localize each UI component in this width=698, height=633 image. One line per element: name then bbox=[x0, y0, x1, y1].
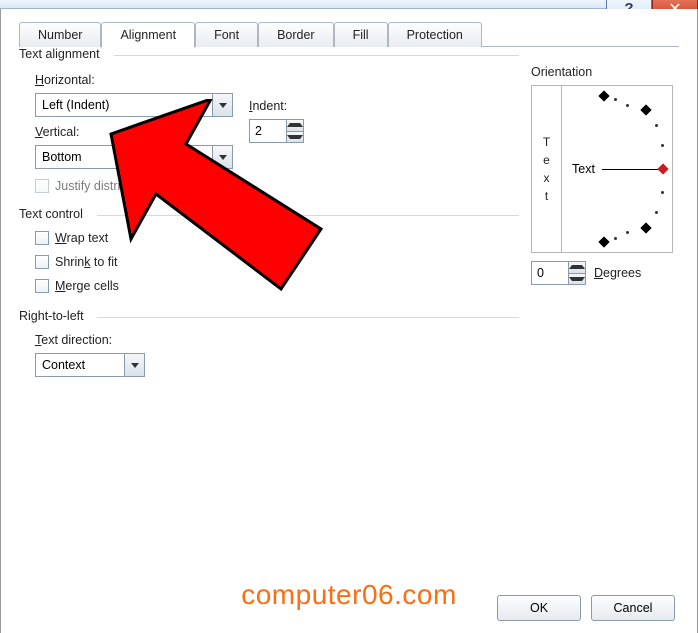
spin-up-icon[interactable] bbox=[287, 120, 303, 131]
orientation-handle-icon[interactable] bbox=[657, 163, 668, 174]
label-degrees: Degrees bbox=[594, 266, 641, 280]
tab-alignment[interactable]: Alignment bbox=[101, 22, 195, 48]
dialog-footer: OK Cancel bbox=[497, 595, 675, 621]
chevron-down-icon[interactable] bbox=[212, 94, 232, 116]
justify-distributed-checkbox: Justify distributed bbox=[35, 179, 152, 193]
dot-icon bbox=[661, 191, 664, 194]
vertical-combo[interactable]: Bottom bbox=[35, 145, 233, 169]
vertical-value: Bottom bbox=[36, 150, 212, 164]
orientation-frame: T e x t Text bbox=[531, 85, 673, 253]
group-text-control: Text control bbox=[19, 207, 87, 221]
dot-icon bbox=[661, 144, 664, 147]
group-line bbox=[97, 215, 519, 216]
horizontal-combo[interactable]: Left (Indent) bbox=[35, 93, 233, 117]
titlebar bbox=[0, 0, 698, 9]
spin-up-icon[interactable] bbox=[569, 262, 585, 273]
orientation-vertical-button[interactable]: T e x t bbox=[532, 86, 562, 252]
watermark-text: computer06.com bbox=[241, 579, 457, 611]
checkbox-icon bbox=[35, 179, 49, 193]
tab-fill[interactable]: Fill bbox=[334, 22, 388, 47]
group-text-alignment: Text alignment bbox=[19, 47, 104, 61]
tab-font[interactable]: Font bbox=[195, 22, 258, 47]
text-direction-combo[interactable]: Context bbox=[35, 353, 145, 377]
label-horizontal: Horizontal: bbox=[35, 73, 95, 87]
wrap-text-checkbox[interactable]: Wrap text bbox=[35, 231, 108, 245]
dot-icon bbox=[655, 211, 658, 214]
group-line bbox=[97, 317, 519, 318]
label-indent: Indent: bbox=[249, 99, 287, 113]
dot-icon bbox=[655, 124, 658, 127]
chevron-down-icon[interactable] bbox=[124, 354, 144, 376]
diamond-icon bbox=[598, 236, 609, 247]
spin-down-icon[interactable] bbox=[287, 131, 303, 143]
degrees-spinner[interactable] bbox=[531, 261, 586, 285]
label-text-direction: Text direction: bbox=[35, 333, 112, 347]
chevron-down-icon[interactable] bbox=[212, 146, 232, 168]
spin-down-icon[interactable] bbox=[569, 273, 585, 285]
text-direction-value: Context bbox=[36, 358, 124, 372]
degrees-input[interactable] bbox=[532, 262, 568, 284]
dot-icon bbox=[614, 98, 617, 101]
orientation-group: Orientation T e x t Text bbox=[531, 65, 673, 285]
label-wrap-text: Wrap text bbox=[55, 231, 108, 245]
label-justify-distributed: Justify distributed bbox=[55, 179, 152, 193]
checkbox-icon[interactable] bbox=[35, 255, 49, 269]
tab-bar: Number Alignment Font Border Fill Protec… bbox=[19, 21, 679, 47]
cancel-button[interactable]: Cancel bbox=[591, 595, 675, 621]
diamond-icon bbox=[640, 104, 651, 115]
tab-protection[interactable]: Protection bbox=[388, 22, 482, 47]
tab-number[interactable]: Number bbox=[19, 22, 101, 47]
shrink-to-fit-checkbox[interactable]: Shrink to fit bbox=[35, 255, 118, 269]
orientation-dial[interactable]: Text bbox=[562, 86, 672, 252]
diamond-icon bbox=[598, 90, 609, 101]
tab-border[interactable]: Border bbox=[258, 22, 334, 47]
group-right-to-left: Right-to-left bbox=[19, 309, 88, 323]
label-merge: Merge cells bbox=[55, 279, 119, 293]
diamond-icon bbox=[640, 222, 651, 233]
dialog-body: Number Alignment Font Border Fill Protec… bbox=[0, 9, 698, 633]
orientation-text-label: Text bbox=[572, 162, 595, 176]
checkbox-icon[interactable] bbox=[35, 279, 49, 293]
indent-input[interactable] bbox=[250, 120, 286, 142]
orientation-bar bbox=[602, 169, 662, 170]
indent-spinner[interactable] bbox=[249, 119, 304, 143]
group-line bbox=[114, 55, 519, 56]
horizontal-value: Left (Indent) bbox=[36, 98, 212, 112]
dot-icon bbox=[614, 237, 617, 240]
checkbox-icon[interactable] bbox=[35, 231, 49, 245]
label-orientation: Orientation bbox=[531, 65, 673, 79]
merge-cells-checkbox[interactable]: Merge cells bbox=[35, 279, 119, 293]
label-shrink: Shrink to fit bbox=[55, 255, 118, 269]
label-vertical: Vertical: bbox=[35, 125, 79, 139]
dot-icon bbox=[626, 231, 629, 234]
dot-icon bbox=[626, 104, 629, 107]
ok-button[interactable]: OK bbox=[497, 595, 581, 621]
alignment-panel: Text alignment Horizontal: Left (Indent)… bbox=[19, 47, 679, 573]
